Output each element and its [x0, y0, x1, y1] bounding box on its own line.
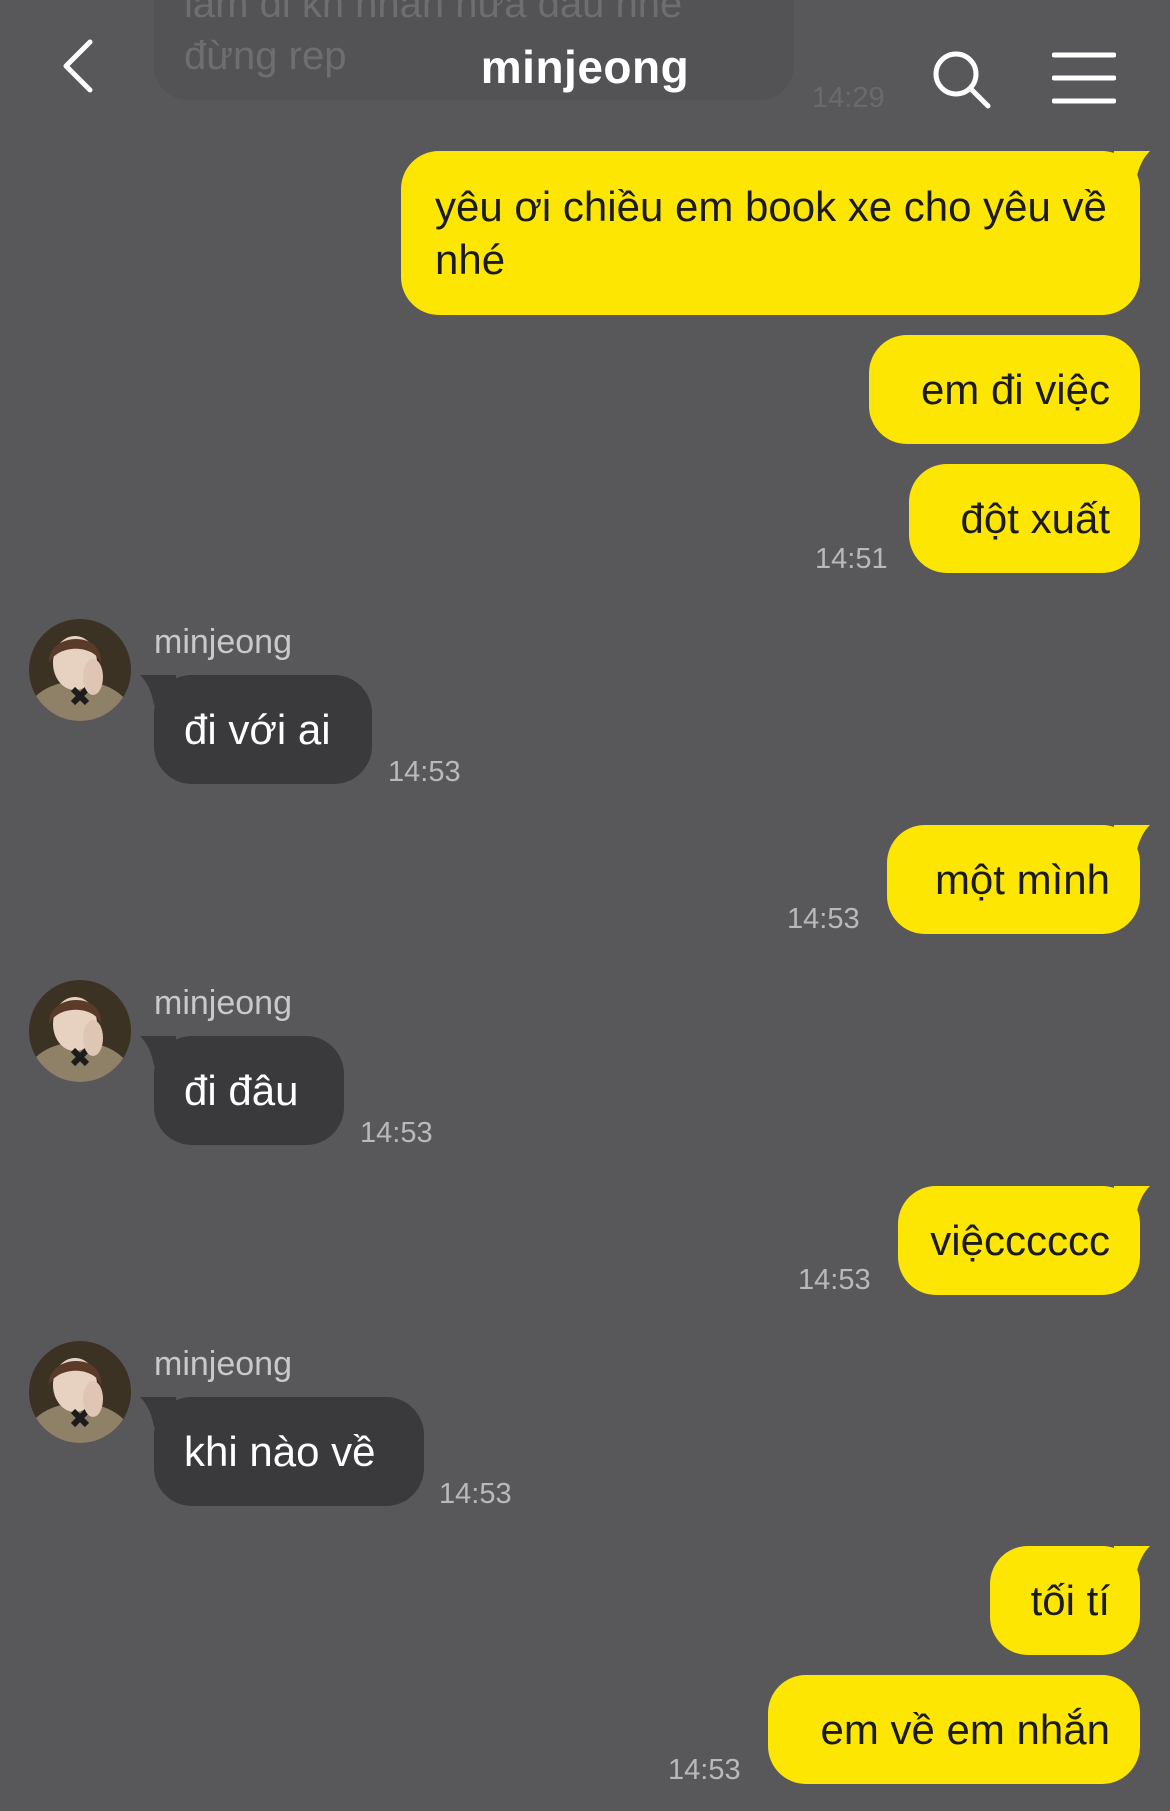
message-text: một mình [934, 856, 1110, 903]
their-message-bubble[interactable]: khi nào về [154, 1397, 424, 1506]
message-time: 14:51 [815, 543, 888, 575]
their-message-bubble[interactable]: đi đâu [154, 1036, 344, 1145]
avatar[interactable] [29, 980, 131, 1082]
message-text: đột xuất [960, 495, 1110, 542]
message-time: 14:53 [798, 1264, 871, 1296]
my-message-bubble[interactable]: em đi việc [869, 335, 1140, 444]
chat-screen: làm đi kh nhắn nữa đâu nhé đừng rep 14:2… [0, 0, 1170, 1811]
message-time: 14:53 [360, 1117, 433, 1149]
my-message-bubble[interactable]: một mình [887, 825, 1140, 934]
message-text: việcccccc [930, 1217, 1110, 1264]
message-text: em về em nhắn [820, 1706, 1111, 1753]
avatar-photo [29, 980, 131, 1082]
my-message-bubble[interactable]: việcccccc [898, 1186, 1140, 1295]
their-message-bubble[interactable]: đi với ai [154, 675, 372, 784]
avatar-photo [29, 619, 131, 721]
message-time: 14:53 [388, 756, 461, 788]
search-icon[interactable] [930, 48, 994, 112]
message-time: 14:53 [439, 1478, 512, 1510]
message-text: khi nào về [184, 1428, 376, 1475]
bubble-tail [1114, 825, 1150, 855]
avatar[interactable] [29, 619, 131, 721]
sender-name: minjeong [154, 1345, 292, 1383]
bubble-tail [1114, 1186, 1150, 1216]
sender-name: minjeong [154, 623, 292, 661]
message-text: em đi việc [920, 366, 1110, 413]
avatar-photo [29, 1341, 131, 1443]
my-message-bubble[interactable]: đột xuất [909, 464, 1140, 573]
sender-name: minjeong [154, 984, 292, 1022]
bubble-tail [1114, 1546, 1150, 1576]
bubble-tail [1114, 151, 1150, 181]
my-message-bubble[interactable]: yêu ơi chiều em book xe cho yêu về nhé [401, 151, 1140, 315]
my-message-bubble[interactable]: em về em nhắn [768, 1675, 1140, 1784]
message-text: đi với ai [184, 706, 331, 753]
message-text: yêu ơi chiều em book xe cho yêu về nhé [435, 183, 1107, 283]
message-text: tối tí [1030, 1577, 1110, 1624]
message-time: 14:53 [787, 903, 860, 935]
chat-header: minjeong [0, 0, 1170, 140]
message-text: đi đâu [184, 1067, 299, 1114]
chat-title: minjeong [480, 41, 690, 93]
message-time: 14:53 [668, 1754, 741, 1786]
avatar[interactable] [29, 1341, 131, 1443]
hamburger-menu-icon[interactable] [1052, 50, 1116, 106]
